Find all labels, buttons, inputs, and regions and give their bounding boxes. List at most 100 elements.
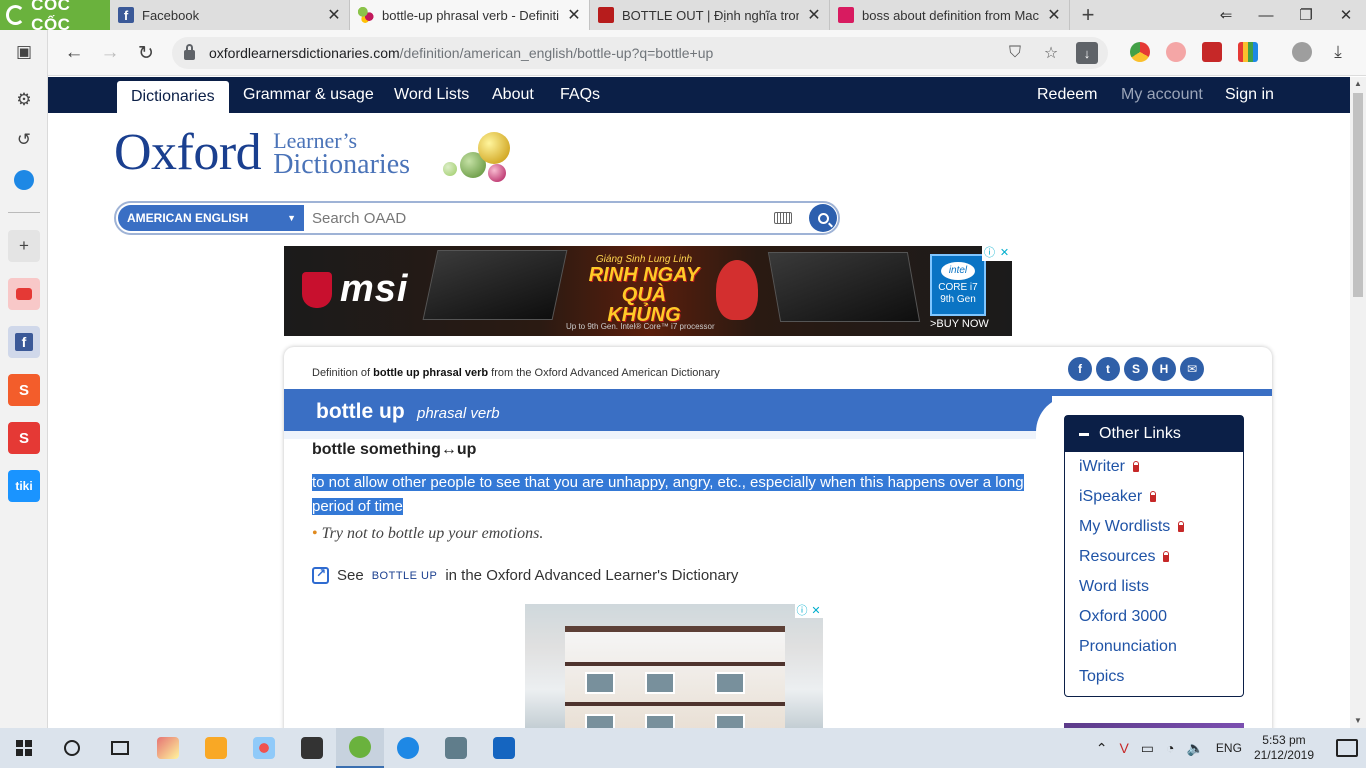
tab-oxford[interactable]: bottle-up phrasal verb - Definition ✕: [350, 0, 590, 30]
other-link-word-lists[interactable]: Word lists: [1065, 572, 1243, 602]
facebook-share-icon[interactable]: f: [1068, 357, 1092, 381]
add-app-icon[interactable]: +: [8, 230, 40, 262]
other-link-pronunciation[interactable]: Pronunciation: [1065, 632, 1243, 662]
scroll-down-icon[interactable]: ▼: [1350, 714, 1366, 728]
shopee-icon[interactable]: S: [8, 374, 40, 406]
shield-icon[interactable]: ⛉: [1004, 42, 1026, 64]
nav-word-lists[interactable]: Word Lists: [394, 77, 469, 113]
nav-about[interactable]: About: [492, 77, 534, 113]
tab-macmillan[interactable]: boss about definition from Macmil ✕: [830, 0, 1070, 30]
restore-tabs-icon[interactable]: ⇐: [1206, 0, 1246, 30]
see-word[interactable]: bottle up: [372, 570, 438, 582]
other-link-topics[interactable]: Topics: [1065, 662, 1243, 692]
facebook-app-icon[interactable]: f: [8, 326, 40, 358]
keyboard-icon[interactable]: [774, 212, 792, 224]
language-select[interactable]: AMERICAN ENGLISH ▼: [118, 205, 304, 231]
scroll-up-icon[interactable]: ▲: [1350, 77, 1366, 91]
other-link-iwriter[interactable]: iWriter: [1065, 452, 1243, 482]
colorful-ext-icon[interactable]: [1238, 42, 1258, 62]
oxford-logo[interactable]: Oxford Learner’s Dictionaries: [114, 127, 410, 179]
search-input[interactable]: [312, 206, 762, 230]
close-icon[interactable]: ✕: [327, 5, 341, 25]
settings-icon[interactable]: ⚙: [8, 84, 40, 116]
ad-close-icon[interactable]: ✕: [809, 604, 823, 618]
sidebar-toggle-icon[interactable]: ▣: [8, 36, 40, 68]
ad-info-icon[interactable]: ⓘ: [982, 246, 997, 261]
sendo-icon[interactable]: S: [8, 422, 40, 454]
taskbar-app-outlook[interactable]: [480, 728, 528, 768]
red-ext-icon[interactable]: [1202, 42, 1222, 62]
nav-my-account[interactable]: My account: [1121, 77, 1203, 113]
history-icon[interactable]: ↺: [8, 124, 40, 156]
avatar[interactable]: [1292, 42, 1312, 62]
start-button[interactable]: [0, 728, 48, 768]
other-links-header[interactable]: Other Links: [1065, 416, 1243, 452]
tab-facebook[interactable]: f Facebook ✕: [110, 0, 350, 30]
search-button[interactable]: [809, 204, 837, 232]
chrome-ext-icon[interactable]: [1130, 42, 1150, 62]
coccoc-logo[interactable]: CỐC CỐC: [0, 0, 110, 34]
msi-logo: msi: [302, 268, 408, 311]
nav-redeem[interactable]: Redeem: [1037, 77, 1097, 113]
taskbar-app-tool[interactable]: [432, 728, 480, 768]
nav-grammar-usage[interactable]: Grammar & usage: [243, 77, 374, 113]
see-also-link[interactable]: See bottle up in the Oxford Advanced Lea…: [312, 566, 738, 584]
twitter-share-icon[interactable]: t: [1096, 357, 1120, 381]
other-link-oxford-3000[interactable]: Oxford 3000: [1065, 602, 1243, 632]
nav-sign-in[interactable]: Sign in: [1225, 77, 1274, 113]
minimize-button[interactable]: —: [1246, 0, 1286, 30]
lock-icon[interactable]: [184, 44, 195, 60]
taskbar-app-explorer[interactable]: [192, 728, 240, 768]
ad-close-icon[interactable]: ✕: [997, 246, 1012, 261]
other-link-my-wordlists[interactable]: My Wordlists: [1065, 512, 1243, 542]
wifi-icon[interactable]: ◔: [1166, 740, 1174, 756]
downloads-icon[interactable]: ⤓: [1328, 42, 1348, 62]
browser-tab-bar: CỐC CỐC f Facebook ✕ bottle-up phrasal v…: [0, 0, 1366, 34]
close-icon[interactable]: ✕: [567, 5, 581, 25]
volume-icon[interactable]: 🔈: [1186, 740, 1203, 757]
tiki-icon[interactable]: tiki: [8, 470, 40, 502]
ad-buy-now[interactable]: >BUY NOW: [930, 318, 989, 330]
ad-banner-top[interactable]: msi Giáng Sinh Lung Linh RINH NGAY QUÀ K…: [284, 246, 1012, 336]
notification-icon[interactable]: [1336, 739, 1358, 757]
nav-faqs[interactable]: FAQs: [560, 77, 600, 113]
address-bar[interactable]: oxfordlearnersdictionaries.com/definitio…: [172, 37, 1108, 69]
taskbar-app-zalo[interactable]: [384, 728, 432, 768]
nav-dictionaries[interactable]: Dictionaries: [117, 81, 229, 113]
messenger-icon[interactable]: [8, 164, 40, 196]
reload-button[interactable]: ↻: [132, 39, 160, 67]
cortana-button[interactable]: [48, 728, 96, 768]
close-icon[interactable]: ✕: [807, 5, 821, 25]
close-window-button[interactable]: ✕: [1326, 0, 1366, 30]
msi-shield-icon: [302, 271, 332, 308]
email-share-icon[interactable]: ✉: [1180, 357, 1204, 381]
taskbar-app-snipping[interactable]: [240, 728, 288, 768]
page-scrollbar[interactable]: ▲ ▼: [1350, 77, 1366, 728]
scroll-thumb[interactable]: [1353, 93, 1363, 297]
language-indicator[interactable]: ENG: [1216, 741, 1242, 755]
chevron-up-icon[interactable]: ⌃: [1096, 740, 1108, 757]
battery-icon[interactable]: ▭: [1141, 740, 1154, 757]
other-link-ispeaker[interactable]: iSpeaker: [1065, 482, 1243, 512]
download-page-icon[interactable]: ↓: [1076, 42, 1098, 64]
star-icon[interactable]: ☆: [1040, 42, 1062, 64]
youtube-icon[interactable]: [8, 278, 40, 310]
taskbar-app-notes[interactable]: [288, 728, 336, 768]
new-tab-button[interactable]: +: [1070, 0, 1106, 30]
task-view-button[interactable]: [96, 728, 144, 768]
vietkey-icon[interactable]: V: [1119, 740, 1128, 756]
back-button[interactable]: ←: [60, 39, 88, 67]
other-link-resources[interactable]: Resources: [1065, 542, 1243, 572]
ad-info-icon[interactable]: ⓘ: [795, 604, 809, 618]
maximize-button[interactable]: ❐: [1286, 0, 1326, 30]
tab-cambridge[interactable]: BOTTLE OUT | Định nghĩa trong Từ ✕: [590, 0, 830, 30]
taskbar-app-paint[interactable]: [144, 728, 192, 768]
taskbar-app-coccoc[interactable]: [336, 728, 384, 768]
forward-button[interactable]: →: [96, 39, 124, 67]
hi5-share-icon[interactable]: H: [1152, 357, 1176, 381]
stumbleupon-share-icon[interactable]: S: [1124, 357, 1148, 381]
ad-banner-house[interactable]: ⓘ ✕: [525, 604, 823, 728]
clock[interactable]: 5:53 pm 21/12/2019: [1254, 733, 1314, 763]
close-icon[interactable]: ✕: [1047, 5, 1061, 25]
adblock-icon[interactable]: [1166, 42, 1186, 62]
